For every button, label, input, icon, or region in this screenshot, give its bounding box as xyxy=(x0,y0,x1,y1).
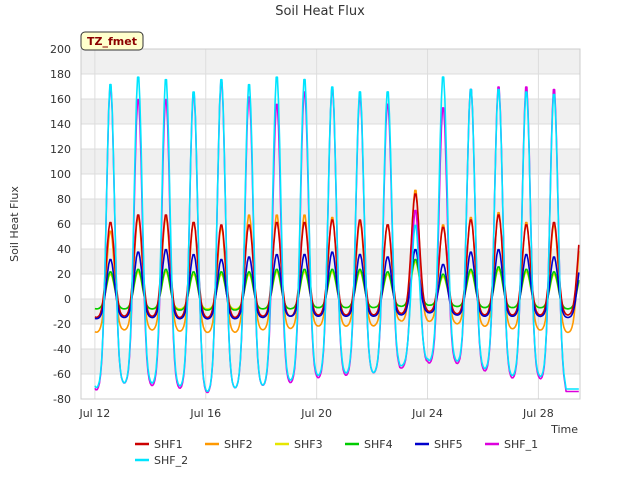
tz-badge: TZ_fmet xyxy=(80,31,144,51)
legend-label: SHF_1 xyxy=(504,438,538,451)
y-axis-label: Soil Heat Flux xyxy=(8,186,21,262)
chart-canvas: Soil Heat Flux -80 -60 -40 -20 0 20 40 60 80 100 1… xyxy=(8,4,581,467)
legend-label: SHF2 xyxy=(224,438,253,451)
y-tick-label: -80 xyxy=(53,393,71,406)
y-tick-label: 200 xyxy=(50,43,71,56)
x-tick-label: Jul 12 xyxy=(78,407,110,420)
y-tick-label: 0 xyxy=(64,293,71,306)
y-tick-label: 120 xyxy=(50,143,71,156)
chart-title: Soil Heat Flux xyxy=(275,4,365,19)
y-tick-label: 100 xyxy=(50,168,71,181)
legend: SHF1 SHF2 SHF3 SHF4 SHF5 SHF_1 SHF_2 xyxy=(135,438,538,467)
legend-item-shf_1: SHF_1 xyxy=(485,438,538,451)
y-tick-label: 20 xyxy=(57,268,71,281)
y-axis-ticks: -80 -60 -40 -20 0 20 40 60 80 100 120 140 160 180 200 xyxy=(50,43,71,406)
legend-label: SHF3 xyxy=(294,438,323,451)
x-axis-ticks: Jul 12 Jul 16 Jul 20 Jul 24 Jul 28 xyxy=(78,407,553,420)
x-tick-label: Jul 20 xyxy=(300,407,332,420)
y-tick-label: 60 xyxy=(57,218,71,231)
legend-label: SHF1 xyxy=(154,438,183,451)
legend-item-shf3: SHF3 xyxy=(275,438,323,451)
legend-item-shf1: SHF1 xyxy=(135,438,183,451)
plot-band xyxy=(81,149,580,174)
x-tick-label: Jul 24 xyxy=(411,407,443,420)
badge-label: TZ_fmet xyxy=(87,35,137,48)
legend-label: SHF_2 xyxy=(154,454,188,467)
plot-band xyxy=(81,174,580,199)
x-axis-label: Time xyxy=(550,423,578,436)
y-tick-label: 140 xyxy=(50,118,71,131)
y-tick-label: -40 xyxy=(53,343,71,356)
plot-band xyxy=(81,49,580,74)
legend-label: SHF4 xyxy=(364,438,393,451)
legend-item-shf5: SHF5 xyxy=(415,438,463,451)
legend-item-shf_2: SHF_2 xyxy=(135,454,188,467)
y-tick-label: 180 xyxy=(50,68,71,81)
legend-item-shf4: SHF4 xyxy=(345,438,393,451)
x-tick-label: Jul 28 xyxy=(522,407,554,420)
legend-label: SHF5 xyxy=(434,438,463,451)
plot-band xyxy=(81,199,580,224)
y-tick-label: 160 xyxy=(50,93,71,106)
y-tick-label: -20 xyxy=(53,318,71,331)
plot-band xyxy=(81,324,580,349)
y-tick-label: -60 xyxy=(53,368,71,381)
x-tick-label: Jul 16 xyxy=(189,407,221,420)
legend-item-shf2: SHF2 xyxy=(205,438,253,451)
y-tick-label: 80 xyxy=(57,193,71,206)
y-tick-label: 40 xyxy=(57,243,71,256)
